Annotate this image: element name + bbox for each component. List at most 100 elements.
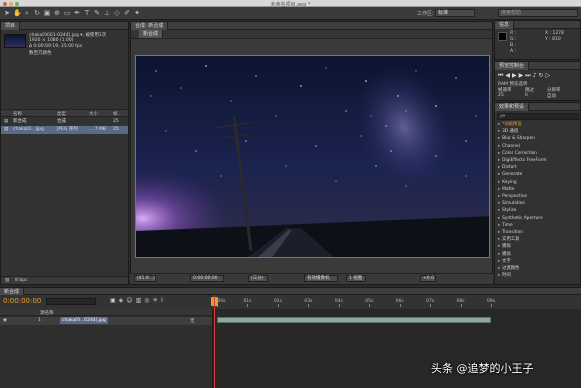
comp-timecode[interactable]: 0:00:00:00 xyxy=(190,275,224,282)
tab-info[interactable]: 信息 xyxy=(495,21,515,29)
effects-category[interactable]: ▸ 模拟 xyxy=(498,244,511,251)
graph-editor-icon[interactable]: ⌇ xyxy=(161,297,167,304)
workspace-select[interactable]: 标准 xyxy=(435,9,475,17)
live-update-icon[interactable]: ▣ xyxy=(110,297,119,304)
effects-category[interactable]: ▸ 实用工具 xyxy=(498,237,519,244)
eraser-tool-icon[interactable]: ◇ xyxy=(113,9,121,17)
column-size[interactable]: 大小 xyxy=(89,111,98,117)
source-name-column[interactable]: 源名称 xyxy=(40,310,54,316)
effects-category[interactable]: ▸ 模拟 xyxy=(498,252,511,259)
camera-tool-icon[interactable]: ▣ xyxy=(43,9,51,17)
disclosure-triangle-icon[interactable]: ▸ xyxy=(498,230,500,235)
effects-category[interactable]: ▸ Distort xyxy=(498,165,517,172)
disclosure-triangle-icon[interactable]: ▸ xyxy=(498,237,500,242)
effects-category[interactable]: ▸ Stylize xyxy=(498,208,516,215)
effects-category[interactable]: ▸ 3D 通道 xyxy=(498,129,518,136)
bpc-label[interactable]: 8 bpc xyxy=(15,278,27,283)
comp-view-tab[interactable]: 新合成 xyxy=(139,30,164,38)
help-search-input[interactable]: 搜索帮助 xyxy=(498,9,578,17)
disclosure-triangle-icon[interactable]: ▸ xyxy=(498,216,500,221)
disclosure-triangle-icon[interactable]: ▸ xyxy=(498,252,500,257)
current-time-indicator[interactable] xyxy=(214,295,215,388)
effects-category[interactable]: ▸ 过渡颜色 xyxy=(498,266,519,273)
disclosure-triangle-icon[interactable]: ▸ xyxy=(498,122,500,127)
effects-category[interactable]: ▸ Synthetic Aperture xyxy=(498,216,543,223)
effects-category[interactable]: ▸ Blur & Sharpen xyxy=(498,136,535,143)
brainstorm-icon[interactable]: ✳ xyxy=(152,297,160,304)
disclosure-triangle-icon[interactable]: ▸ xyxy=(498,223,500,228)
timeline-search-input[interactable] xyxy=(46,298,96,305)
type-tool-icon[interactable]: T xyxy=(83,9,91,17)
disclosure-triangle-icon[interactable]: ▸ xyxy=(498,172,500,177)
effects-category[interactable]: ▸ Channel xyxy=(498,144,520,151)
camera-select[interactable]: 有效摄像机 xyxy=(304,275,338,282)
pen-tool-icon[interactable]: ✒ xyxy=(73,9,81,17)
effects-category[interactable]: ▸ Matte xyxy=(498,187,515,194)
disclosure-triangle-icon[interactable]: ▸ xyxy=(498,266,500,271)
exposure-value[interactable]: +0.0 xyxy=(420,275,436,282)
ram-preview-icon[interactable]: ▷ xyxy=(546,72,553,79)
play-icon[interactable]: ▶ xyxy=(512,72,519,79)
resolution-select[interactable]: (三分) xyxy=(248,275,268,282)
composition-viewer[interactable] xyxy=(135,55,490,258)
disclosure-triangle-icon[interactable]: ▸ xyxy=(498,201,500,206)
effects-category[interactable]: ▸ 时间 xyxy=(498,273,511,280)
effects-category[interactable]: ▸ Simulation xyxy=(498,201,525,208)
rotate-tool-icon[interactable]: ↻ xyxy=(33,9,41,17)
timeline-timecode[interactable]: 0:00:00:00 xyxy=(3,297,41,305)
effects-category[interactable]: ▸ Time xyxy=(498,223,513,230)
disclosure-triangle-icon[interactable]: ▸ xyxy=(498,136,500,141)
puppet-tool-icon[interactable]: ✦ xyxy=(133,9,141,17)
disclosure-triangle-icon[interactable]: ▸ xyxy=(498,151,500,156)
effects-category[interactable]: ▸ DigiEffects FreeForm xyxy=(498,158,547,165)
layer-name[interactable]: chaka[0...0244].jpg xyxy=(60,317,108,324)
view-layout-select[interactable]: 1 视图 xyxy=(346,275,366,282)
parent-select[interactable]: 无 xyxy=(190,318,195,324)
effects-category[interactable]: ▸ Generate xyxy=(498,172,522,179)
frame-rate-value[interactable]: 25 xyxy=(498,93,504,98)
effects-category[interactable]: ▸ Transition xyxy=(498,230,523,237)
tab-effects-presets[interactable]: 效果和预设 xyxy=(495,103,530,111)
effects-category[interactable]: ▸ *动画预设 xyxy=(498,122,522,129)
selection-tool-icon[interactable]: ➤ xyxy=(3,9,11,17)
clone-stamp-tool-icon[interactable]: ⊥ xyxy=(103,9,111,17)
layer-duration-bar[interactable] xyxy=(217,317,491,323)
disclosure-triangle-icon[interactable]: ▸ xyxy=(498,194,500,199)
column-type[interactable]: 类型 xyxy=(57,111,66,117)
disclosure-triangle-icon[interactable]: ▸ xyxy=(498,144,500,149)
visibility-eye-icon[interactable]: ◉ xyxy=(3,318,7,323)
pan-behind-tool-icon[interactable]: ⊕ xyxy=(53,9,61,17)
last-frame-icon[interactable]: ⏭ xyxy=(525,72,532,79)
project-item-footage[interactable]: ▤ chaka[0...]jpg JPEG 序列 ... 7 MB 25 xyxy=(1,126,128,134)
disclosure-triangle-icon[interactable]: ▸ xyxy=(498,187,500,192)
resolution-value[interactable]: 自动 xyxy=(547,93,556,99)
zoom-tool-icon[interactable]: ⌕ xyxy=(23,9,31,17)
tab-preview[interactable]: 预览控制台 xyxy=(495,62,530,70)
roto-brush-tool-icon[interactable]: ✐ xyxy=(123,9,131,17)
tab-composition[interactable]: 合成: 新合成 xyxy=(131,22,169,30)
disclosure-triangle-icon[interactable]: ▸ xyxy=(498,158,500,163)
frame-blending-icon[interactable]: ▥ xyxy=(136,297,145,304)
disclosure-triangle-icon[interactable]: ▸ xyxy=(498,208,500,213)
zoom-select[interactable]: (41.9...) xyxy=(134,275,156,282)
effects-category[interactable]: ▸ Color Correction xyxy=(498,151,537,158)
disclosure-triangle-icon[interactable]: ▸ xyxy=(498,129,500,134)
tab-project[interactable]: 项目 xyxy=(1,22,21,30)
loop-icon[interactable]: ↻ xyxy=(539,72,546,79)
disclosure-triangle-icon[interactable]: ▸ xyxy=(498,180,500,185)
disclosure-triangle-icon[interactable]: ▸ xyxy=(498,165,500,170)
hand-tool-icon[interactable]: ✋ xyxy=(13,9,22,17)
effects-search-input[interactable]: ρ▾ xyxy=(497,113,579,120)
project-item-comp[interactable]: ▦ 新合成 合成 25 xyxy=(1,118,128,126)
disclosure-triangle-icon[interactable]: ▸ xyxy=(498,259,500,264)
skip-value[interactable]: 0 xyxy=(525,93,528,98)
mask-tool-icon[interactable]: ▭ xyxy=(63,9,71,17)
column-name[interactable]: 名称 xyxy=(13,111,22,117)
disclosure-triangle-icon[interactable]: ▸ xyxy=(498,273,500,278)
layer-row[interactable]: ◉ 1 chaka[0...0244].jpg 无 xyxy=(0,317,212,325)
effects-category[interactable]: ▸ Keying xyxy=(498,180,517,187)
column-fps[interactable]: 帧... xyxy=(113,111,122,117)
brush-tool-icon[interactable]: ✎ xyxy=(93,9,101,17)
effects-category[interactable]: ▸ 文字 xyxy=(498,259,511,266)
effects-category[interactable]: ▸ Perspective xyxy=(498,194,527,201)
